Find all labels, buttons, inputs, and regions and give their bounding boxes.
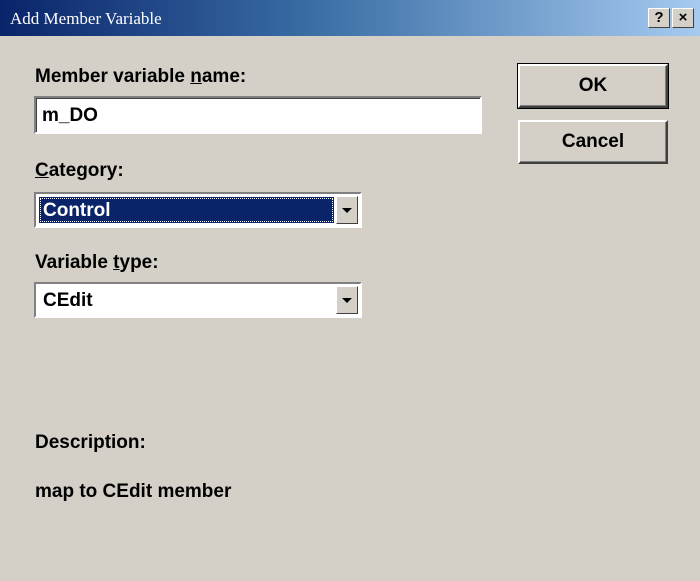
window-title: Add Member Variable	[10, 9, 162, 28]
variable-type-field[interactable]: CEdit	[39, 287, 334, 313]
cancel-button[interactable]: Cancel	[518, 120, 668, 164]
close-button[interactable]: ×	[672, 8, 694, 28]
category-value: Control	[43, 200, 111, 221]
variable-type-value: CEdit	[43, 290, 93, 311]
description-text: map to CEdit member	[35, 481, 232, 502]
title-bar[interactable]: Add Member Variable ? ×	[0, 0, 700, 36]
help-button[interactable]: ?	[648, 8, 670, 28]
member-name-label: Member variable name:	[35, 66, 247, 87]
category-dropdown-arrow-icon[interactable]	[336, 196, 358, 224]
variable-type-label: Variable type:	[35, 252, 159, 273]
ok-button[interactable]: OK	[517, 63, 669, 109]
add-member-variable-dialog: Add Member Variable ? × Member variable …	[0, 0, 700, 581]
category-combobox[interactable]: Control	[34, 192, 362, 228]
member-name-input[interactable]: m_DO	[34, 96, 482, 134]
variable-type-combobox[interactable]: CEdit	[34, 282, 362, 318]
member-name-value: m_DO	[42, 105, 98, 126]
category-label: Category:	[35, 160, 124, 181]
description-label: Description:	[35, 432, 146, 453]
category-selected-field[interactable]: Control	[39, 197, 334, 223]
variable-type-dropdown-arrow-icon[interactable]	[336, 286, 358, 314]
